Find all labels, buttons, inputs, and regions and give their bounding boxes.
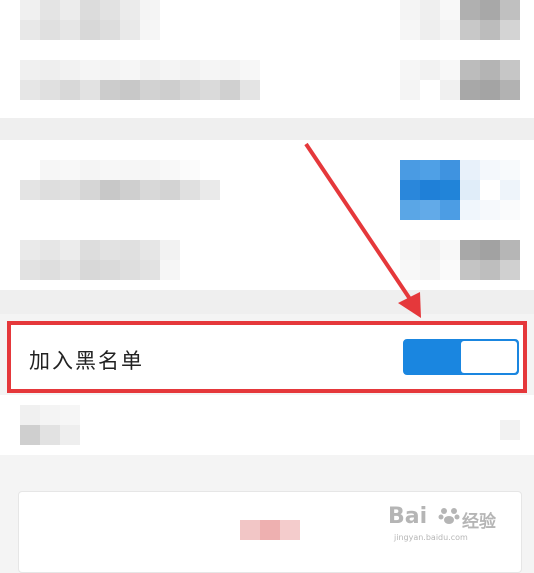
red-arrow-icon bbox=[304, 142, 421, 318]
watermark-brand: Bai bbox=[388, 504, 428, 529]
watermark-url: jingyan.baidu.com bbox=[394, 533, 468, 542]
baidu-watermark: Bai 经验 jingyan.baidu.com bbox=[388, 500, 508, 548]
watermark-suffix: 经验 bbox=[462, 512, 496, 532]
baidu-paw-icon bbox=[438, 508, 460, 524]
